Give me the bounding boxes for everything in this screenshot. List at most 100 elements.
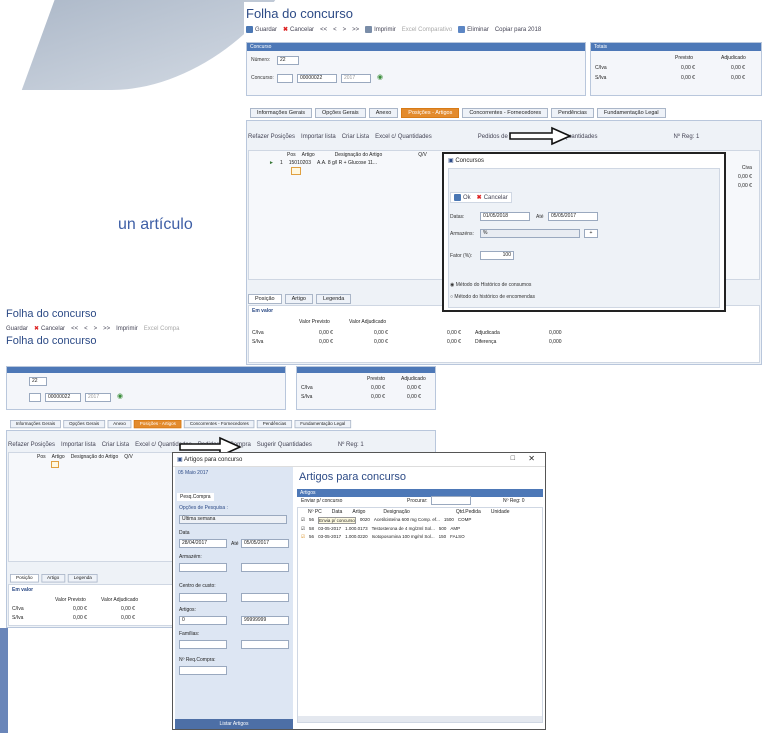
tab-artigo[interactable]: Artigo [284,294,313,304]
row0-art: 0020 [359,517,370,522]
tab-posicao[interactable]: Posição [248,294,282,304]
excel-qty-button[interactable]: Excel c/ Quantidades [375,134,432,140]
print-button[interactable]: Imprimir [365,26,396,33]
centro-from-field[interactable] [179,593,227,602]
tab-opcoes[interactable]: Opções Gerais [315,108,366,118]
close-button[interactable]: ✕ [528,454,535,463]
tab-anexo[interactable]: Anexo [107,420,132,429]
grid-col-qv: Q/V [418,152,427,158]
first-button[interactable]: << [71,326,78,332]
listar-artigos-button[interactable]: Listar Artigos [175,719,293,729]
criar-lista-button[interactable]: Criar Lista [342,134,369,140]
checkbox-icon[interactable]: ☑ [301,517,305,524]
table-row[interactable]: ☑ 58 03-05-2017 1.000.0173 Testosterona … [298,525,542,533]
tab-posicoes[interactable]: Posições - Artigos [134,420,182,429]
enviar-button[interactable]: Enviar p/ concurso [301,498,342,504]
armazens-field[interactable]: % [480,229,580,238]
concurso-field[interactable]: 00000022 [45,393,81,402]
tab-posicoes[interactable]: Posições - Artigos [401,108,460,118]
checkbox-icon[interactable]: ☑ [301,534,305,540]
familia-from-field[interactable] [179,640,227,649]
criar-lista-button[interactable]: Criar Lista [102,442,129,448]
cancel-button[interactable]: ✖ Cancelar [283,26,314,34]
print-button[interactable]: Imprimir [116,326,138,332]
add-armazem-button[interactable]: + [584,229,598,238]
tab-artigo[interactable]: Artigo [41,574,66,583]
data-from-field[interactable]: 28/04/2017 [179,539,227,548]
tab-pendencias[interactable]: Pendências [256,420,293,429]
totais-siva-p: 0,00 € [371,394,385,400]
prev-button[interactable]: < [84,326,88,332]
armazem-to-field[interactable] [241,563,289,572]
table-row[interactable]: ☑ 56 03-05-2017 1.000.0220 Isotoposomina… [298,533,542,541]
date-from-field[interactable]: 01/05/2018 [480,212,530,221]
tab-opcoes[interactable]: Opções Gerais [63,420,105,429]
delete-button[interactable]: Eliminar [458,26,489,33]
ok-button[interactable]: Ok [454,194,471,201]
excel-button[interactable]: Excel Compa [144,326,180,332]
last-button[interactable]: >> [103,326,110,332]
fator-field[interactable]: 100 [480,251,514,260]
data-to-field[interactable]: 05/05/2017 [241,539,289,548]
tab-concorrentes[interactable]: Concorrentes - Fornecedores [184,420,255,429]
procurar-field[interactable] [431,496,471,505]
numero-field[interactable]: 22 [277,56,299,65]
year-field[interactable]: 2017 [85,393,111,402]
tab-fundamentacao[interactable]: Fundamentação Legal [294,420,351,429]
tab-pendencias[interactable]: Pendências [551,108,594,118]
eye-icon[interactable]: ◉ [377,73,383,81]
cancel-button[interactable]: ✖ Cancelar [34,325,65,333]
next-button[interactable]: > [94,326,98,332]
tab-legenda[interactable]: Legenda [315,294,352,304]
save-button[interactable]: Guardar [246,26,277,33]
requisicao-field[interactable] [179,666,227,675]
concurso-prefix-field[interactable] [277,74,293,83]
numero-field[interactable]: 22 [29,377,47,386]
grid-col-desig: Designação do Artigo [334,152,383,158]
prev-button[interactable]: < [333,27,337,33]
tab-posicao[interactable]: Posição [10,574,39,583]
importar-button[interactable]: Importar lista [301,134,336,140]
tab-legenda[interactable]: Legenda [67,574,98,583]
concurso-prefix-field[interactable] [29,393,41,402]
sugerir-button[interactable]: Sugerir Quantidades [257,442,312,448]
checkbox-icon[interactable]: ☑ [301,526,305,532]
tab-informacoes[interactable]: Informações Gerais [250,108,312,118]
cancelar-button[interactable]: ✖ Cancelar [477,194,508,202]
copy-button[interactable]: Copiar para 2018 [495,27,541,33]
last-button[interactable]: >> [352,27,359,33]
familia-to-field[interactable] [241,640,289,649]
table-row[interactable]: ☑ 56 Envia p/ concurso 0020 Acetilcisteí… [298,516,542,525]
year-field[interactable]: 2017 [341,74,371,83]
new-row-cell[interactable] [51,461,59,468]
armazem-from-field[interactable] [179,563,227,572]
refazer-button[interactable]: Refazer Posições [8,442,55,448]
concurso-field[interactable]: 00000022 [297,74,337,83]
new-row-cell[interactable] [291,167,301,175]
tab-informacoes[interactable]: Informações Gerais [10,420,61,429]
artigos-tab[interactable]: Artigos [297,489,543,497]
centro-to-field[interactable] [241,593,289,602]
tab-pesq-compra[interactable]: Pesq.Compra [177,493,214,501]
concurso-label: Concurso: [251,75,274,81]
save-button[interactable]: Guardar [6,326,28,332]
minimize-button[interactable]: □ [511,455,515,462]
excel-button[interactable]: Excel Comparativo [402,27,452,33]
radio-consumos[interactable]: ◉ Método do Histórico de consumos [450,282,531,288]
artigo-to-field[interactable]: 99999999 [241,616,289,625]
artigo-from-field[interactable]: 0 [179,616,227,625]
importar-button[interactable]: Importar lista [61,442,96,448]
first-button[interactable]: << [320,27,327,33]
tab-concorrentes[interactable]: Concorrentes - Fornecedores [462,108,549,118]
totais-header [297,367,435,373]
tab-anexo[interactable]: Anexo [368,108,399,118]
opcoes-select[interactable]: Última semana [179,515,287,524]
eye-icon[interactable]: ◉ [117,392,123,400]
horizontal-scrollbar[interactable] [298,716,542,722]
tab-fundamentacao[interactable]: Fundamentação Legal [596,108,666,118]
refazer-button[interactable]: Refazer Posições [248,134,295,140]
row2-desig: Isotoposomina 100 mg/ml Sol... [371,534,435,539]
date-to-field[interactable]: 05/05/2017 [548,212,598,221]
next-button[interactable]: > [343,27,347,33]
radio-encomendas[interactable]: ○ Método do histórico de encomendas [450,294,535,300]
